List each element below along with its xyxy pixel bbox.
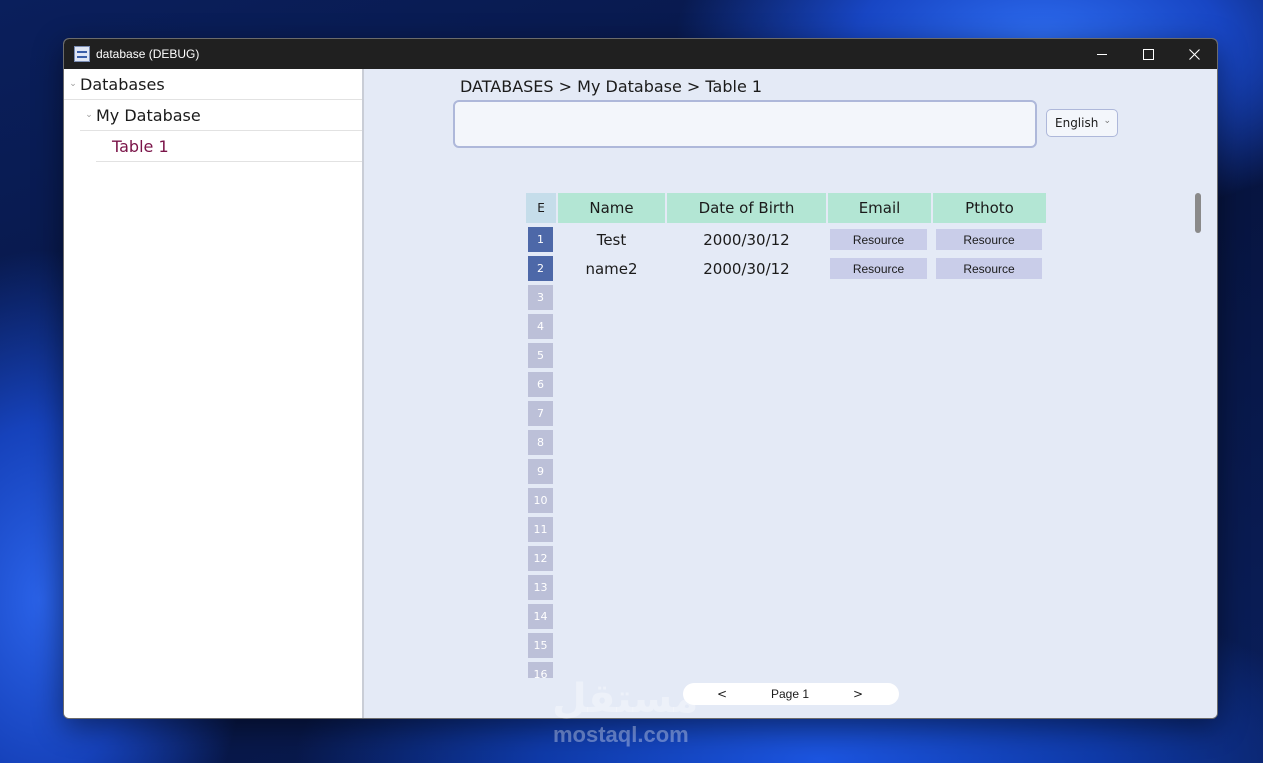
cell-date-of-birth[interactable]: 2000/30/12 xyxy=(667,228,826,252)
row-number-empty[interactable]: 12 xyxy=(528,546,553,571)
row-number-empty[interactable]: 13 xyxy=(528,575,553,600)
row-number-empty[interactable]: 15 xyxy=(528,633,553,658)
photo-resource-button[interactable]: Resource xyxy=(936,258,1042,279)
vertical-scrollbar-thumb[interactable] xyxy=(1195,193,1201,233)
row-number-empty[interactable]: 4 xyxy=(528,314,553,339)
column-header-photo[interactable]: Pthoto xyxy=(933,193,1046,223)
chevron-down-icon[interactable]: ⌄ xyxy=(66,79,80,89)
maximize-button[interactable] xyxy=(1125,39,1171,69)
language-selected-value: English xyxy=(1055,116,1099,130)
chevron-down-icon: ⌄ xyxy=(1103,116,1111,126)
cell-date-of-birth[interactable]: 2000/30/12 xyxy=(667,257,826,281)
main-panel: DATABASES > My Database > Table 1 Englis… xyxy=(364,69,1217,718)
database-tree-sidebar: ⌄ Databases ⌄ My Database Table 1 xyxy=(64,69,364,718)
row-number[interactable]: 1 xyxy=(528,227,553,252)
cell-name[interactable]: Test xyxy=(558,228,665,252)
email-resource-button[interactable]: Resource xyxy=(830,258,927,279)
tree-item-my-database[interactable]: ⌄ My Database xyxy=(80,100,362,131)
column-header-e[interactable]: E xyxy=(526,193,556,223)
next-page-button[interactable]: > xyxy=(843,687,873,701)
title-bar: database (DEBUG) xyxy=(64,39,1217,69)
chevron-down-icon[interactable]: ⌄ xyxy=(82,110,96,120)
column-header-email[interactable]: Email xyxy=(828,193,931,223)
row-number-empty[interactable]: 9 xyxy=(528,459,553,484)
prev-page-button[interactable]: < xyxy=(707,687,737,701)
app-window: database (DEBUG) ⌄ Databases ⌄ My Databa… xyxy=(63,38,1218,719)
minimize-button[interactable] xyxy=(1079,39,1125,69)
row-number-empty[interactable]: 10 xyxy=(528,488,553,513)
watermark-logo: مستقل xyxy=(552,676,699,722)
column-header-name[interactable]: Name xyxy=(558,193,665,223)
data-table: E Name Date of Birth Email Pthoto 1 Test… xyxy=(526,193,1050,678)
row-number-empty[interactable]: 11 xyxy=(528,517,553,542)
row-number[interactable]: 2 xyxy=(528,256,553,281)
close-icon xyxy=(1188,48,1200,60)
row-number-empty[interactable]: 6 xyxy=(528,372,553,397)
close-button[interactable] xyxy=(1171,39,1217,69)
page-indicator: Page 1 xyxy=(770,687,810,701)
row-number-empty[interactable]: 14 xyxy=(528,604,553,629)
tree-item-label: My Database xyxy=(96,105,201,125)
tree-item-label: Table 1 xyxy=(112,136,169,156)
watermark-text: mostaql.com xyxy=(553,722,689,747)
tree-item-table-1[interactable]: Table 1 xyxy=(96,131,362,162)
pagination-bar: < Page 1 > xyxy=(683,683,899,705)
tree-item-databases[interactable]: ⌄ Databases xyxy=(64,69,362,100)
row-number-empty[interactable]: 5 xyxy=(528,343,553,368)
cell-name[interactable]: name2 xyxy=(558,257,665,281)
email-resource-button[interactable]: Resource xyxy=(830,229,927,250)
language-select[interactable]: English ⌄ xyxy=(1046,109,1118,137)
row-number-empty[interactable]: 16 xyxy=(528,662,553,678)
window-controls xyxy=(1079,39,1217,69)
search-input[interactable] xyxy=(453,100,1037,148)
tree-item-label: Databases xyxy=(80,74,165,94)
row-number-empty[interactable]: 7 xyxy=(528,401,553,426)
breadcrumb: DATABASES > My Database > Table 1 xyxy=(460,77,763,96)
window-title: database (DEBUG) xyxy=(96,47,200,61)
minimize-icon xyxy=(1097,53,1107,55)
row-number-empty[interactable]: 3 xyxy=(528,285,553,310)
photo-resource-button[interactable]: Resource xyxy=(936,229,1042,250)
maximize-icon xyxy=(1142,48,1154,60)
row-number-empty[interactable]: 8 xyxy=(528,430,553,455)
database-app-icon xyxy=(74,46,90,62)
column-header-date-of-birth[interactable]: Date of Birth xyxy=(667,193,826,223)
